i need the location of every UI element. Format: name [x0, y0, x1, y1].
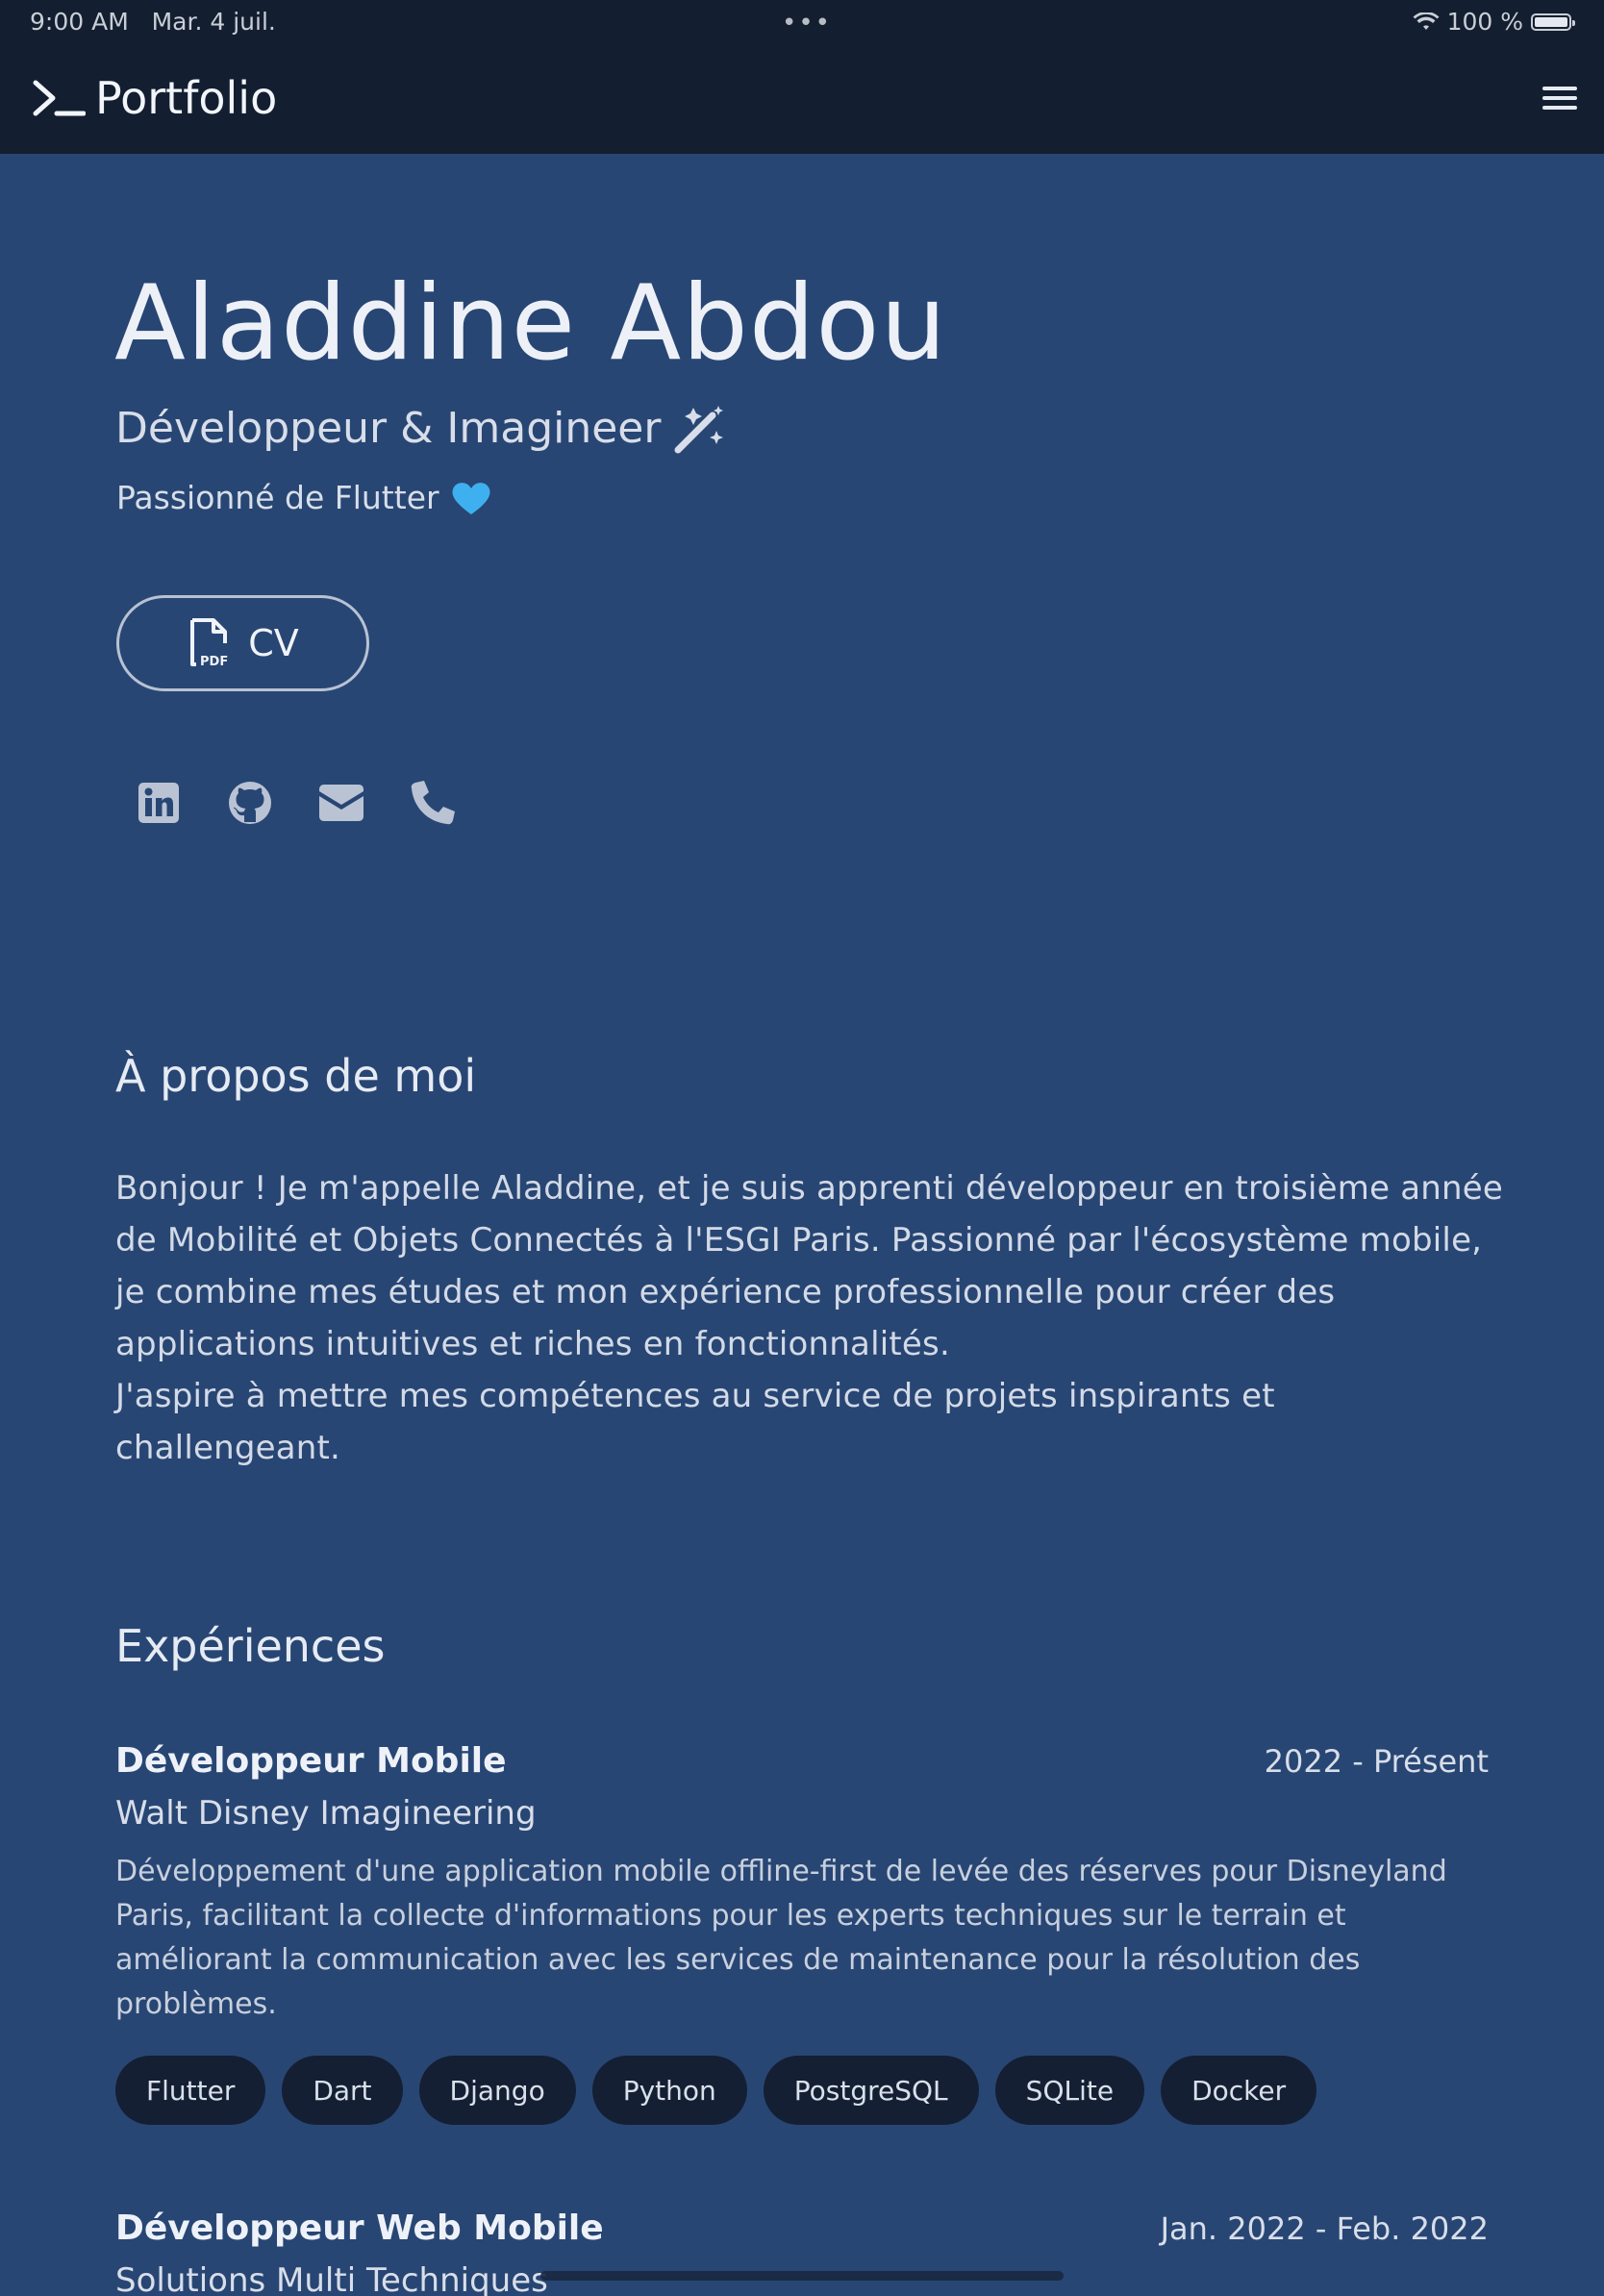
tag-chip[interactable]: SQLite: [994, 2056, 1145, 2125]
tag-chip[interactable]: Dart: [282, 2056, 403, 2125]
experience-item: Développeur Mobile 2022 - Présent Walt D…: [115, 1738, 1489, 2125]
github-link[interactable]: [226, 779, 274, 827]
phone-link[interactable]: [409, 779, 457, 827]
pdf-file-icon: PDF: [190, 618, 228, 668]
battery-percent: 100 %: [1446, 8, 1523, 36]
about-title: À propos de moi: [115, 1050, 477, 1102]
battery-icon: [1531, 12, 1575, 31]
about-paragraph-2: J'aspire à mettre mes compétences au ser…: [115, 1377, 1275, 1467]
social-links: [135, 779, 457, 827]
hero-name: Aladdine Abdou: [114, 263, 947, 384]
experience-item: Développeur Web Mobile Jan. 2022 - Feb. …: [115, 2206, 1489, 2296]
about-text: Bonjour ! Je m'appelle Aladdine, et je s…: [115, 1162, 1510, 1474]
hero-tagline: Passionné de Flutter: [116, 475, 491, 521]
status-right: 100 %: [1413, 8, 1575, 36]
tag-chip[interactable]: Python: [591, 2056, 747, 2125]
github-icon: [229, 782, 271, 824]
hero-tagline-text: Passionné de Flutter: [116, 479, 439, 516]
cv-button[interactable]: PDF CV: [116, 595, 369, 691]
tag-chip[interactable]: Django: [418, 2056, 576, 2125]
experience-tags: Flutter Dart Django Python PostgreSQL SQ…: [115, 2056, 1489, 2125]
hero-role: Développeur & Imagineer: [115, 400, 726, 458]
status-date: Mar. 4 juil.: [151, 8, 276, 36]
hero-role-text: Développeur & Imagineer: [115, 404, 662, 453]
email-icon: [319, 785, 363, 821]
experience-description: Développement d'une application mobile o…: [115, 1855, 1447, 2021]
phone-icon: [411, 781, 455, 825]
experience-company: Walt Disney Imagineering: [115, 1794, 537, 1833]
linkedin-icon: [138, 783, 179, 823]
email-link[interactable]: [317, 779, 365, 827]
status-bar: 9:00 AM Mar. 4 juil. ••• 100 %: [0, 0, 1604, 44]
brand[interactable]: Portfolio: [32, 73, 277, 123]
terminal-prompt-icon: [33, 80, 86, 116]
app-bar: Portfolio: [0, 44, 1604, 154]
magic-wand-icon: [674, 406, 724, 454]
brand-title: Portfolio: [95, 72, 278, 124]
cv-button-label: CV: [248, 622, 299, 664]
wifi-icon: [1413, 12, 1440, 30]
menu-button[interactable]: [1541, 81, 1579, 115]
experience-dates: 2022 - Présent: [1264, 1743, 1489, 1780]
hamburger-menu-icon: [1542, 87, 1577, 110]
portfolio-page: 9:00 AM Mar. 4 juil. ••• 100 % Portfolio: [0, 0, 1604, 2296]
tag-chip[interactable]: Flutter: [115, 2056, 266, 2125]
linkedin-link[interactable]: [135, 779, 183, 827]
experience-dates: Jan. 2022 - Feb. 2022: [1160, 2210, 1489, 2247]
tag-chip[interactable]: PostgreSQL: [763, 2056, 979, 2125]
tag-chip[interactable]: Docker: [1161, 2056, 1317, 2125]
home-indicator[interactable]: [540, 2271, 1064, 2281]
svg-text:PDF: PDF: [200, 655, 228, 668]
status-time: 9:00 AM Mar. 4 juil.: [30, 8, 276, 36]
about-paragraph-1: Bonjour ! Je m'appelle Aladdine, et je s…: [115, 1169, 1504, 1363]
experiences-title: Expériences: [115, 1620, 386, 1672]
multitasking-dots[interactable]: •••: [782, 9, 832, 37]
blue-heart-icon: [452, 483, 490, 514]
